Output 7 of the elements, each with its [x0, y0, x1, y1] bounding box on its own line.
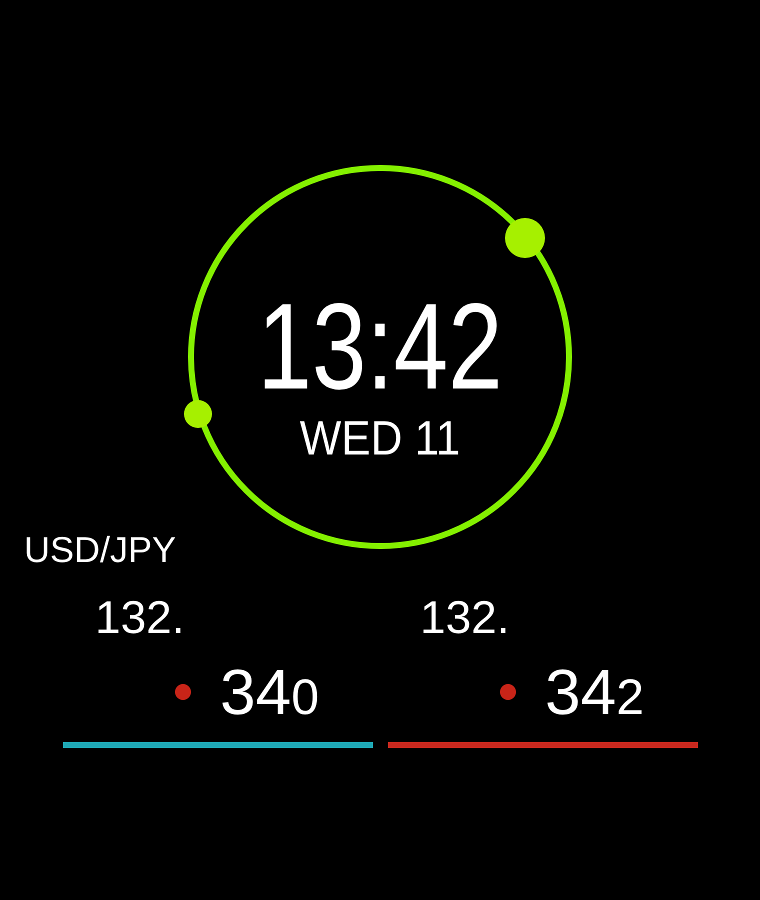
date-label: WED 11	[300, 414, 460, 464]
price-pips: 340	[220, 660, 319, 724]
price-prefix: 132.	[95, 594, 185, 640]
currency-pair-label: USD/JPY	[24, 532, 176, 568]
price-prefix: 132.	[420, 594, 510, 640]
clock-time: 13:42	[257, 284, 503, 408]
price-pips: 342	[545, 660, 644, 724]
